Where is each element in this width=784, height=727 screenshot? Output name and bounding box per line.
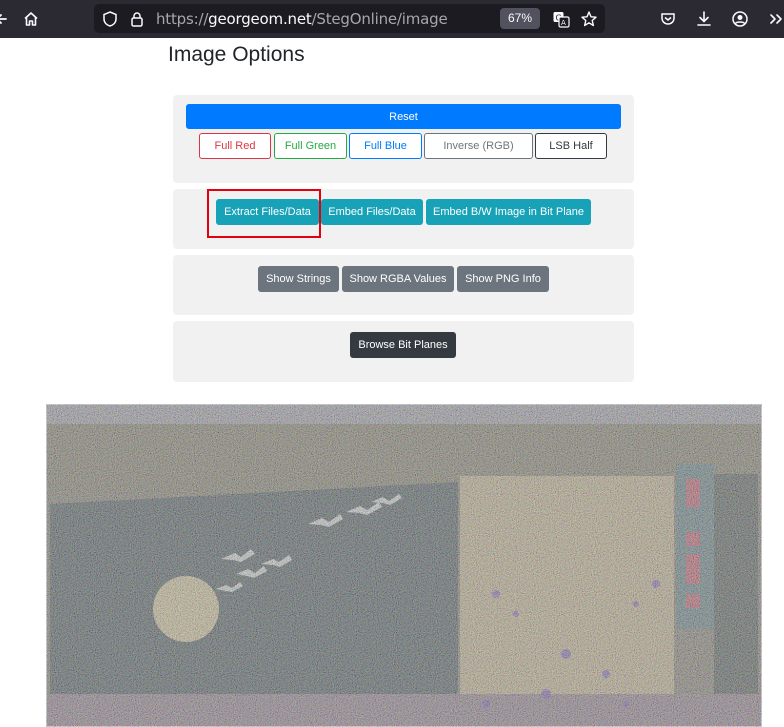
svg-text:A: A [561,19,566,27]
stego-image-preview [46,404,762,727]
inverse-rgb-button[interactable]: Inverse (RGB) [424,133,533,159]
zoom-level-badge[interactable]: 67% [500,8,540,29]
url-text[interactable]: https://georgeom.net/StegOnline/image [156,10,448,28]
home-icon[interactable] [21,9,41,29]
full-green-button[interactable]: Full Green [274,133,347,159]
url-protocol: https:// [156,10,209,28]
bit-planes-card: Browse Bit Planes [173,321,634,382]
show-png-info-button[interactable]: Show PNG Info [457,266,549,292]
translate-icon[interactable]: GA [551,9,571,29]
extract-files-button[interactable]: Extract Files/Data [216,199,319,225]
back-arrow-icon[interactable] [0,9,11,29]
data-options-card: Extract Files/Data Embed Files/Data Embe… [173,189,634,249]
url-path: /StegOnline/image [311,10,448,28]
color-options-card: Reset Full Red Full Green Full Blue Inve… [173,95,634,183]
download-icon[interactable] [694,9,714,29]
pocket-icon[interactable] [658,9,678,29]
show-strings-button[interactable]: Show Strings [258,266,339,292]
browse-bit-planes-button[interactable]: Browse Bit Planes [350,332,456,358]
url-domain: georgeom.net [208,10,312,28]
info-options-card: Show Strings Show RGBA Values Show PNG I… [173,255,634,315]
full-red-button[interactable]: Full Red [199,133,271,159]
url-bar[interactable]: https://georgeom.net/StegOnline/image 67… [94,4,605,33]
lsb-half-button[interactable]: LSB Half [535,133,607,159]
embed-bw-image-button[interactable]: Embed B/W Image in Bit Plane [426,199,591,225]
reset-button[interactable]: Reset [186,104,621,129]
full-blue-button[interactable]: Full Blue [349,133,422,159]
page-title: Image Options [168,43,305,66]
shield-icon[interactable] [100,9,120,29]
star-icon[interactable] [579,9,599,29]
account-icon[interactable] [730,9,750,29]
browser-toolbar: https://georgeom.net/StegOnline/image 67… [0,0,784,38]
overflow-chevron-icon[interactable] [766,9,784,29]
lock-icon[interactable] [127,9,147,29]
embed-files-button[interactable]: Embed Files/Data [321,199,423,225]
show-rgba-values-button[interactable]: Show RGBA Values [342,266,454,292]
